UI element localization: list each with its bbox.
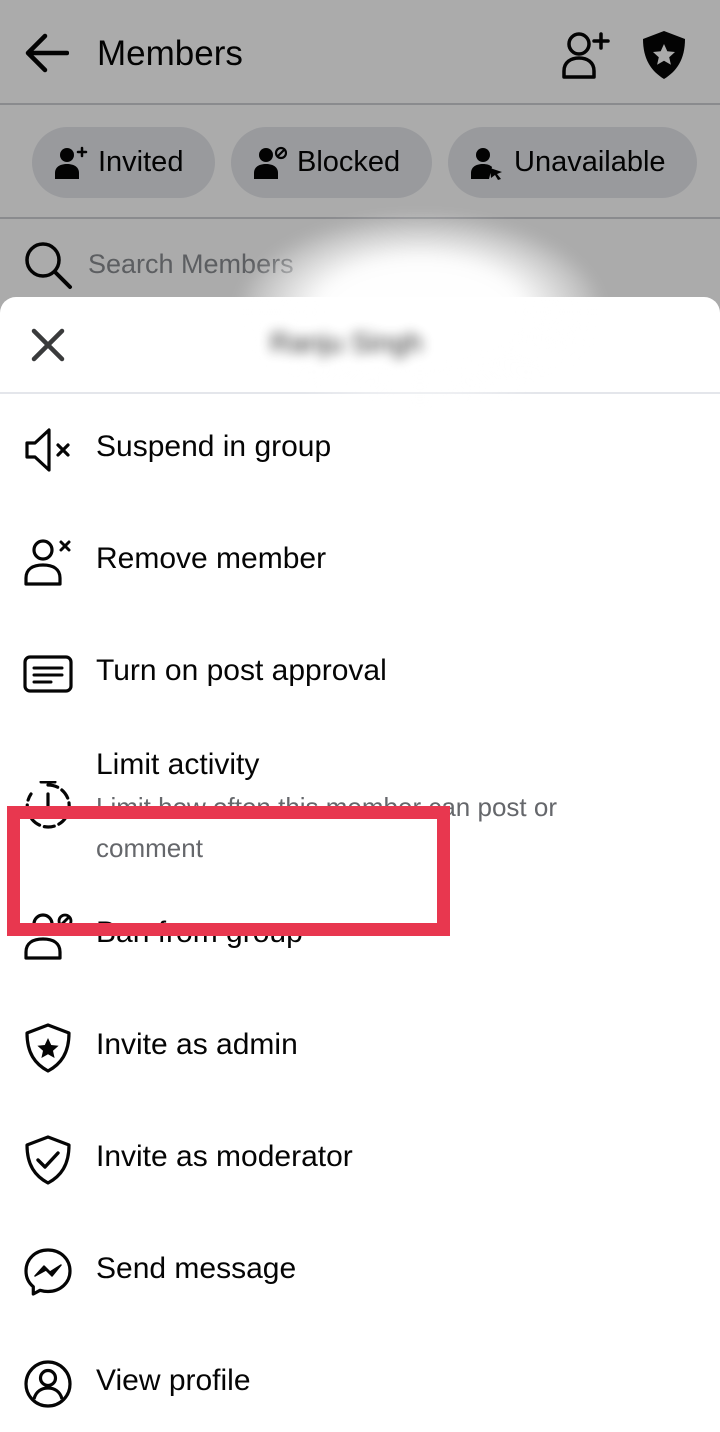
blurred-region	[240, 217, 600, 407]
menu-item-post-approval[interactable]: Turn on post approval	[0, 618, 720, 730]
menu-item-label: Limit activity	[96, 748, 260, 781]
remove-person-icon	[22, 536, 74, 588]
close-icon	[31, 328, 65, 362]
menu-item-send-message[interactable]: Send message	[0, 1218, 720, 1330]
mute-icon	[22, 424, 74, 476]
menu-item-view-profile[interactable]: View profile	[0, 1330, 720, 1432]
sheet-header: Ranju Singh	[0, 217, 720, 407]
menu-item-invite-admin[interactable]: Invite as admin	[0, 994, 720, 1106]
member-name: Ranju Singh	[270, 327, 423, 358]
shield-star-icon	[22, 1022, 74, 1074]
close-button[interactable]	[22, 319, 74, 371]
menu-item-label: Remove member	[96, 542, 327, 575]
highlight-annotation	[7, 806, 450, 936]
menu-item-label: Suspend in group	[96, 430, 332, 463]
menu-item-invite-moderator[interactable]: Invite as moderator	[0, 1106, 720, 1218]
menu-item-label: Turn on post approval	[96, 654, 387, 687]
post-approval-icon	[22, 648, 74, 700]
menu-item-suspend[interactable]: Suspend in group	[0, 394, 720, 506]
menu-item-label: Invite as moderator	[96, 1140, 353, 1173]
shield-check-icon	[22, 1134, 74, 1186]
menu-item-label: Send message	[96, 1252, 297, 1285]
menu-item-remove-member[interactable]: Remove member	[0, 506, 720, 618]
profile-icon	[22, 1358, 74, 1410]
menu-item-label: Invite as admin	[96, 1028, 298, 1061]
menu-item-label: View profile	[96, 1364, 251, 1397]
messenger-icon	[22, 1246, 74, 1298]
